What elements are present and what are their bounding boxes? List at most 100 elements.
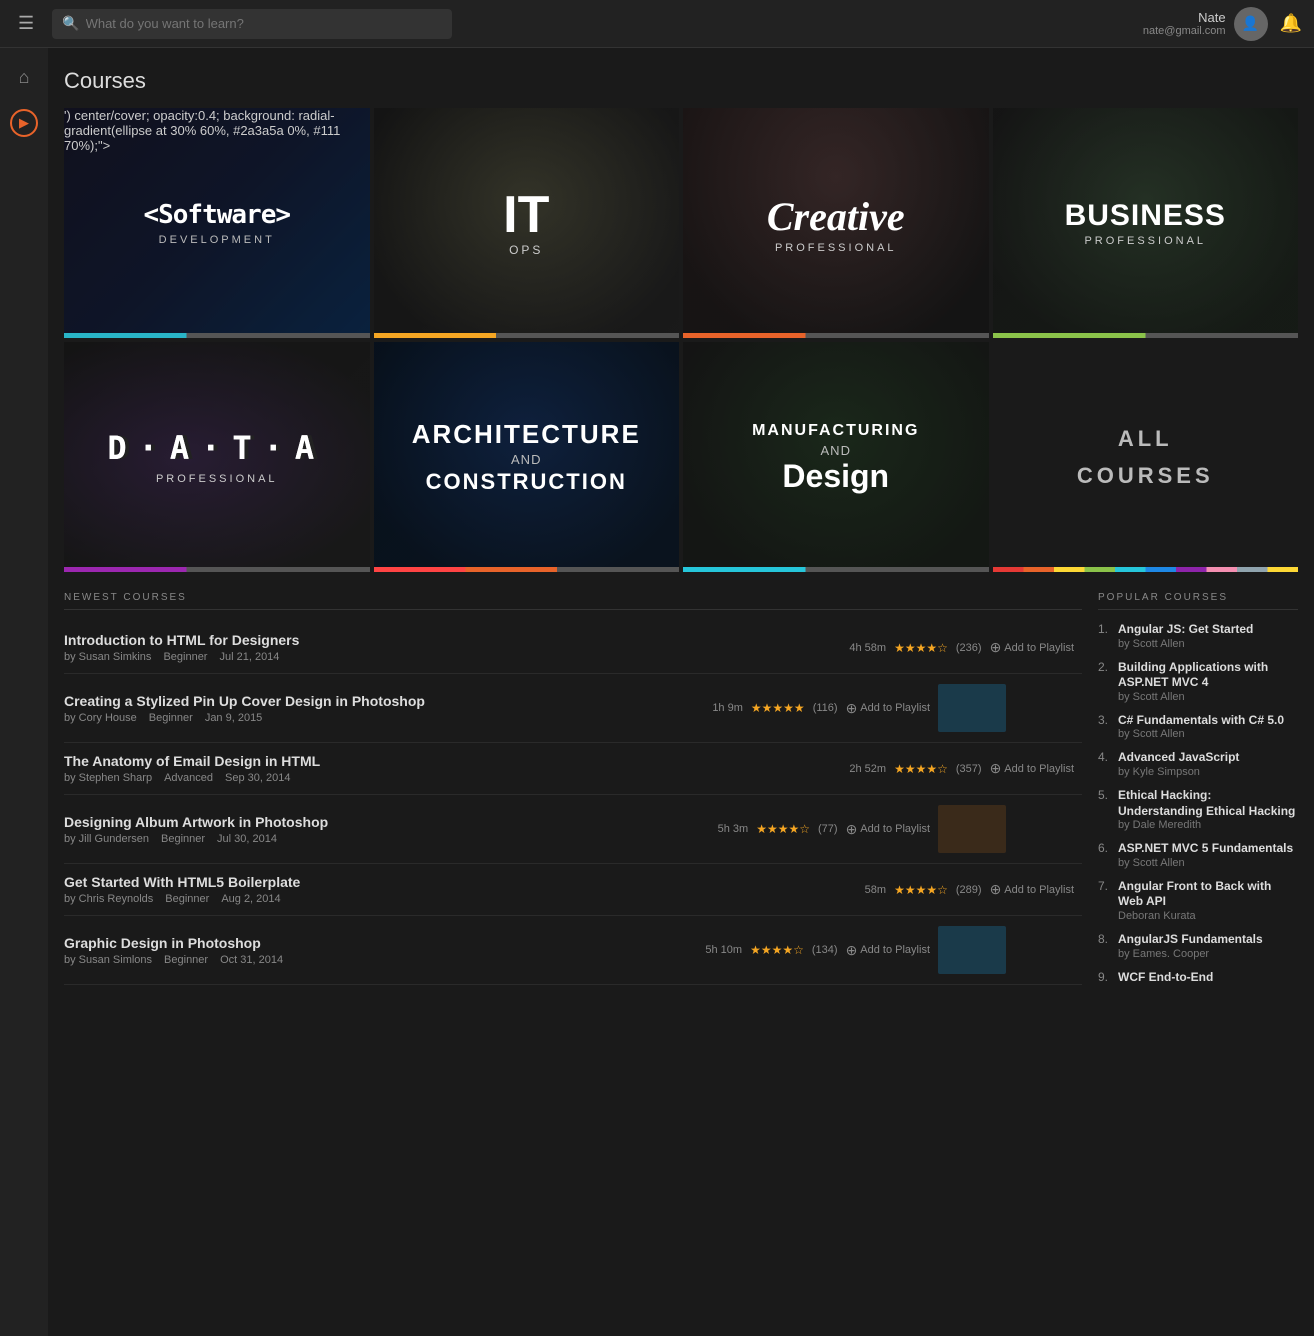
course-list-item[interactable]: Designing Album Artwork in Photoshop by … <box>64 795 1082 864</box>
plus-circle-icon: ⊕ <box>990 760 1002 777</box>
course-rating-count: (289) <box>956 884 982 896</box>
mfg-card-design: Design <box>782 458 889 495</box>
course-title: Creating a Stylized Pin Up Cover Design … <box>64 693 704 709</box>
course-list-item[interactable]: Creating a Stylized Pin Up Cover Design … <box>64 674 1082 743</box>
course-list-item[interactable]: Graphic Design in Photoshop by Susan Sim… <box>64 916 1082 985</box>
business-card-subtitle: PROFESSIONAL <box>1084 235 1206 247</box>
arch-card-construction: CONSTRUCTION <box>426 469 627 495</box>
home-icon: ⌂ <box>19 67 30 88</box>
course-stars: ★★★★☆ <box>894 883 948 897</box>
plus-circle-icon: ⊕ <box>846 821 858 838</box>
course-rating-count: (236) <box>956 642 982 654</box>
course-list-item[interactable]: The Anatomy of Email Design in HTML by S… <box>64 743 1082 795</box>
course-list: Introduction to HTML for Designers by Su… <box>64 622 1082 985</box>
course-date: Aug 2, 2014 <box>221 893 280 905</box>
course-duration: 2h 52m <box>849 763 886 775</box>
popular-list: 1. Angular JS: Get Started by Scott Alle… <box>1098 622 1298 985</box>
popular-num: 6. <box>1098 841 1114 869</box>
popular-info: Angular Front to Back with Web API Debor… <box>1118 879 1298 922</box>
popular-list-item[interactable]: 7. Angular Front to Back with Web API De… <box>1098 879 1298 922</box>
software-card-subtitle: DEVELOPMENT <box>159 234 275 246</box>
course-card-software[interactable]: ') center/cover; opacity:0.4; background… <box>64 108 370 338</box>
popular-list-item[interactable]: 5. Ethical Hacking: Understanding Ethica… <box>1098 788 1298 831</box>
popular-title: C# Fundamentals with C# 5.0 <box>1118 713 1284 729</box>
popular-num: 5. <box>1098 788 1114 831</box>
popular-author: by Eames. Cooper <box>1118 948 1263 960</box>
course-duration: 58m <box>865 884 886 896</box>
course-list-item[interactable]: Introduction to HTML for Designers by Su… <box>64 622 1082 674</box>
course-level: Beginner <box>163 651 207 663</box>
popular-list-item[interactable]: 6. ASP.NET MVC 5 Fundamentals by Scott A… <box>1098 841 1298 869</box>
itops-card-subtitle: OPS <box>509 243 543 257</box>
popular-num: 7. <box>1098 879 1114 922</box>
arch-card-bar <box>374 567 680 572</box>
course-stars: ★★★★☆ <box>894 641 948 655</box>
all-card-title: ALLCOURSES <box>1077 420 1214 495</box>
course-duration: 5h 3m <box>718 823 749 835</box>
course-author: by Stephen Sharp <box>64 772 152 784</box>
data-card-title: D·A·T·A <box>107 429 326 467</box>
popular-author: by Scott Allen <box>1118 857 1293 869</box>
add-to-playlist-button[interactable]: ⊕ Add to Playlist <box>990 881 1074 898</box>
course-info: Get Started With HTML5 Boilerplate by Ch… <box>64 874 857 905</box>
popular-title: Building Applications with ASP.NET MVC 4 <box>1118 660 1298 691</box>
add-to-playlist-button[interactable]: ⊕ Add to Playlist <box>846 821 930 838</box>
sidebar-play-button[interactable]: ▶ <box>5 104 43 142</box>
popular-list-item[interactable]: 2. Building Applications with ASP.NET MV… <box>1098 660 1298 703</box>
add-to-playlist-button[interactable]: ⊕ Add to Playlist <box>990 639 1074 656</box>
add-to-playlist-button[interactable]: ⊕ Add to Playlist <box>990 760 1074 777</box>
popular-title: Advanced JavaScript <box>1118 750 1239 766</box>
creative-card-subtitle: PROFESSIONAL <box>775 242 897 254</box>
course-card-itops[interactable]: IT OPS <box>374 108 680 338</box>
course-card-data[interactable]: D·A·T·A PROFESSIONAL <box>64 342 370 572</box>
plus-circle-icon: ⊕ <box>846 942 858 959</box>
newest-courses-label: NEWEST COURSES <box>64 592 1082 610</box>
course-meta: by Cory House Beginner Jan 9, 2015 <box>64 712 704 724</box>
course-card-creative[interactable]: Creative PROFESSIONAL <box>683 108 989 338</box>
sidebar-home-button[interactable]: ⌂ <box>5 58 43 96</box>
search-bar: 🔍 <box>52 9 452 39</box>
popular-title: ASP.NET MVC 5 Fundamentals <box>1118 841 1293 857</box>
play-icon: ▶ <box>10 109 38 137</box>
course-card-arch[interactable]: ARCHITECTURE AND CONSTRUCTION <box>374 342 680 572</box>
newest-courses-section: NEWEST COURSES Introduction to HTML for … <box>64 592 1082 995</box>
course-card-mfg[interactable]: MANUFACTURING AND Design <box>683 342 989 572</box>
course-title: Designing Album Artwork in Photoshop <box>64 814 710 830</box>
popular-author: by Scott Allen <box>1118 638 1253 650</box>
avatar: 👤 <box>1234 7 1268 41</box>
popular-list-item[interactable]: 4. Advanced JavaScript by Kyle Simpson <box>1098 750 1298 778</box>
layout: ⌂ ▶ Courses ') center/cover; opacity:0.4… <box>0 48 1314 1336</box>
popular-author: by Scott Allen <box>1118 728 1284 740</box>
course-duration: 4h 58m <box>849 642 886 654</box>
course-thumb <box>938 684 1006 732</box>
software-card-bar <box>64 333 370 338</box>
course-info: Designing Album Artwork in Photoshop by … <box>64 814 710 845</box>
add-to-playlist-button[interactable]: ⊕ Add to Playlist <box>846 942 930 959</box>
popular-list-item[interactable]: 8. AngularJS Fundamentals by Eames. Coop… <box>1098 932 1298 960</box>
course-info: Graphic Design in Photoshop by Susan Sim… <box>64 935 697 966</box>
course-list-item[interactable]: Get Started With HTML5 Boilerplate by Ch… <box>64 864 1082 916</box>
popular-num: 3. <box>1098 713 1114 741</box>
notification-bell-button[interactable]: 🔔 <box>1280 13 1302 34</box>
popular-info: Advanced JavaScript by Kyle Simpson <box>1118 750 1239 778</box>
popular-list-item[interactable]: 1. Angular JS: Get Started by Scott Alle… <box>1098 622 1298 650</box>
sidebar: ⌂ ▶ <box>0 48 48 1336</box>
course-card-all[interactable]: ALLCOURSES <box>993 342 1299 572</box>
course-author: by Jill Gundersen <box>64 833 149 845</box>
page-title: Courses <box>64 68 1298 94</box>
hamburger-button[interactable]: ☰ <box>12 9 40 38</box>
popular-author: by Scott Allen <box>1118 691 1298 703</box>
course-author: by Susan Simlons <box>64 954 152 966</box>
popular-list-item[interactable]: 3. C# Fundamentals with C# 5.0 by Scott … <box>1098 713 1298 741</box>
main-content: Courses ') center/cover; opacity:0.4; ba… <box>48 48 1314 1336</box>
search-input[interactable] <box>86 16 443 31</box>
course-card-business[interactable]: BUSINESS PROFESSIONAL <box>993 108 1299 338</box>
course-meta: by Jill Gundersen Beginner Jul 30, 2014 <box>64 833 710 845</box>
course-title: Graphic Design in Photoshop <box>64 935 697 951</box>
mfg-card-title1: MANUFACTURING <box>752 419 919 443</box>
course-stars: ★★★★☆ <box>894 762 948 776</box>
course-grid: ') center/cover; opacity:0.4; background… <box>64 108 1298 572</box>
add-to-playlist-button[interactable]: ⊕ Add to Playlist <box>846 700 930 717</box>
popular-list-item[interactable]: 9. WCF End-to-End <box>1098 970 1298 986</box>
arch-card-title: ARCHITECTURE <box>412 419 641 450</box>
